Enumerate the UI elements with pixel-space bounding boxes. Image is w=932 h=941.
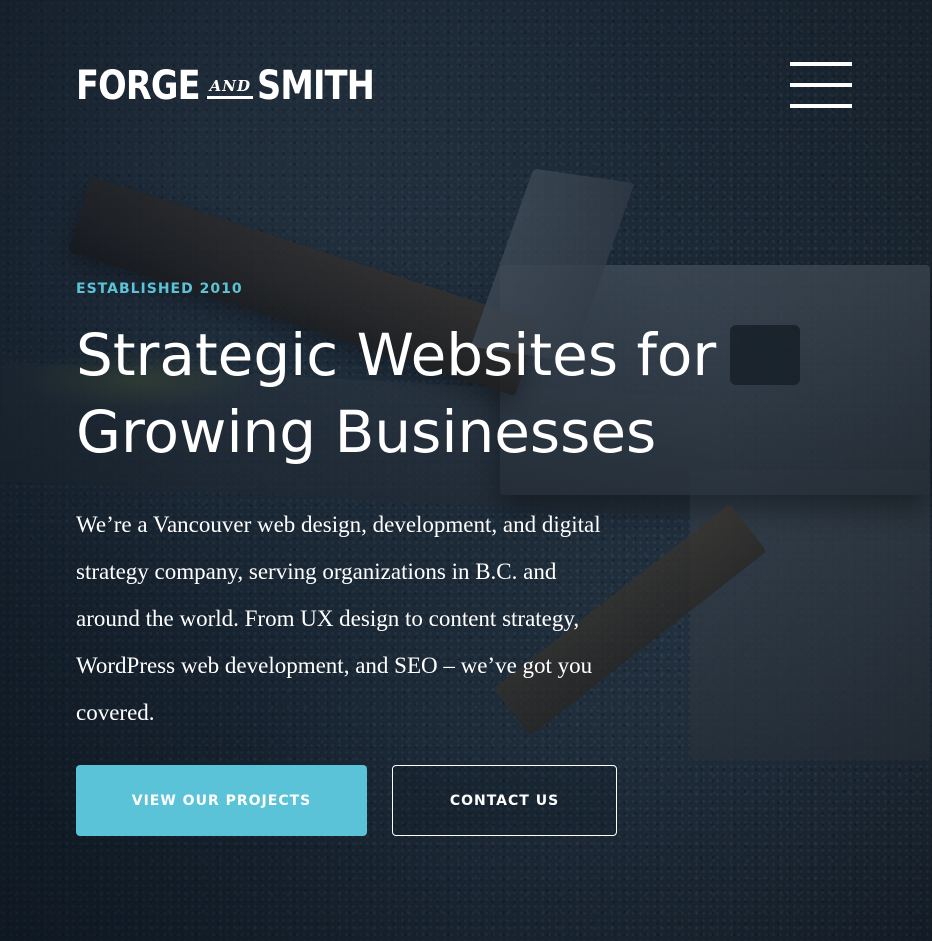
menu-bar-bottom xyxy=(790,104,852,108)
logo-word-forge: FORGE xyxy=(76,63,201,109)
site-logo[interactable]: FORGE AND SMITH xyxy=(76,62,397,110)
hero-eyebrow: ESTABLISHED 2010 xyxy=(76,281,243,297)
view-projects-button[interactable]: VIEW OUR PROJECTS xyxy=(76,765,367,836)
hero-intro-text: We’re a Vancouver web design, developmen… xyxy=(76,512,601,725)
site-header: FORGE AND SMITH xyxy=(76,62,852,112)
menu-bar-top xyxy=(790,62,852,66)
hero-content: ESTABLISHED 2010 Strategic Websites for … xyxy=(76,279,836,736)
hamburger-menu-icon[interactable] xyxy=(790,62,852,108)
contact-us-button[interactable]: CONTACT US xyxy=(392,765,617,836)
logo-rule xyxy=(207,95,254,99)
hero-cta-row: VIEW OUR PROJECTS CONTACT US xyxy=(76,765,617,836)
hero-headline: Strategic Websites for Growing Businesse… xyxy=(76,317,836,471)
menu-bar-middle xyxy=(790,83,852,87)
hero-headline-line-1: Strategic Websites for xyxy=(76,321,717,389)
logo-word-and: AND xyxy=(209,76,251,95)
logo-word-smith: SMITH xyxy=(257,63,375,109)
logo-ampersand: AND xyxy=(207,76,254,99)
hero-headline-line-2: Growing Businesses xyxy=(76,398,657,466)
